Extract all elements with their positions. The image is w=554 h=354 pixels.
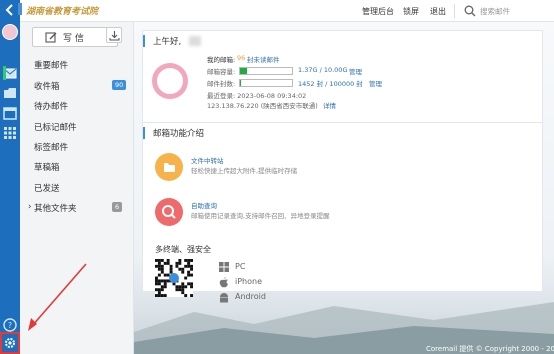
folder-drafts[interactable]: 草稿箱 (34, 161, 60, 173)
login-details-link[interactable]: 详情 (323, 100, 336, 110)
count-manage-link[interactable]: 管理 (369, 78, 382, 88)
capacity-manage-link[interactable]: 管理 (349, 66, 362, 76)
app-rail: ? (0, 0, 20, 354)
count-value: 1452 封 / 100000 封 (298, 80, 363, 88)
top-header: 湖南省教育考试院 管理后台 锁屏 退出 搜索邮件 (18, 0, 554, 22)
capacity-bar-fill (240, 68, 248, 74)
inbox-unread-badge: 90 (112, 80, 127, 90)
admin-link[interactable]: 管理后台 (362, 6, 394, 17)
unread-count[interactable]: 96 (237, 54, 245, 62)
search-input[interactable]: 搜索邮件 (460, 3, 552, 19)
logout-link[interactable]: 退出 (430, 6, 446, 17)
folder-flagged[interactable]: 已标记邮件 (34, 121, 77, 133)
feature-title-query[interactable]: 自助查询 (191, 200, 217, 210)
scenery-background (134, 302, 554, 354)
menu-icon[interactable] (3, 3, 17, 17)
capacity-value: 1.37G / 10.00G (298, 66, 348, 74)
mail-sidebar: 写 信 重要邮件 收件箱 90 待办邮件 已标记邮件 标签邮件 草稿箱 已发送 … (20, 22, 134, 354)
folder-sent[interactable]: 已发送 (34, 182, 60, 194)
welcome-card: 上午好, 我的邮箱: 96 封未读邮件 邮箱容量: 1.37G / 10.00G… (142, 30, 543, 134)
site-logo: 湖南省教育考试院 (26, 7, 99, 17)
capacity-label: 邮箱容量: (207, 68, 236, 76)
feature-title-transfer[interactable]: 文件中转站 (191, 155, 224, 165)
last-login: 最近登录: 2023-06-08 09:34:02 (207, 92, 307, 100)
mail-icon[interactable] (3, 66, 17, 80)
help-icon[interactable]: ? (3, 318, 17, 332)
header-divider (454, 4, 455, 18)
main-content: 上午好, 我的邮箱: 96 封未读邮件 邮箱容量: 1.37G / 10.00G… (134, 22, 554, 354)
receive-button[interactable] (106, 27, 122, 43)
search-placeholder: 搜索邮件 (480, 7, 510, 16)
count-bar (239, 79, 293, 87)
count-label: 邮件封数: (207, 80, 236, 88)
write-label: 写 信 (63, 34, 84, 44)
other-folder-badge: 6 (112, 202, 123, 212)
compose-icon (45, 32, 57, 43)
multi-terminal-title: 多终端、强安全 (155, 245, 211, 254)
settings-highlight-box (0, 332, 20, 354)
feature-desc-transfer: 轻松快捷上传超大附件,提供临时存储 (191, 167, 298, 175)
search-icon (464, 5, 476, 17)
mailbox-label: 我的邮箱: (207, 56, 236, 64)
svg-text:?: ? (8, 321, 12, 330)
capacity-bar (239, 67, 293, 75)
username-blur (189, 36, 201, 46)
user-avatar[interactable] (2, 24, 18, 40)
folder-inbox[interactable]: 收件箱 (34, 80, 60, 92)
logo-mark (18, 3, 22, 15)
calendar-icon[interactable] (3, 106, 17, 120)
intro-title: 邮箱功能介绍 (143, 127, 204, 139)
profile-avatar[interactable] (152, 63, 188, 99)
expand-chevron-icon[interactable]: › (28, 202, 31, 212)
apps-grid-icon[interactable] (3, 126, 17, 140)
lock-screen-link[interactable]: 锁屏 (403, 6, 419, 17)
greeting-title: 上午好, (143, 35, 181, 47)
folder-todo[interactable]: 待办邮件 (34, 100, 68, 112)
folder-other[interactable]: 其他文件夹 (34, 202, 77, 214)
folder-icon[interactable] (3, 86, 17, 100)
feature-desc-query: 邮箱使用记录查询,支持邮件召回、异地登录提醒 (191, 212, 330, 220)
inbox-download-icon (109, 31, 120, 41)
login-ip: 123.138.76.220 (陕西省西安市联通) (207, 102, 318, 110)
unread-link[interactable]: 封未读邮件 (247, 54, 280, 64)
copyright-footer: Coremail 提供 © Copyright 2000 - 2023 Ma (426, 345, 554, 353)
folder-tagged[interactable]: 标签邮件 (34, 141, 68, 153)
count-bar-fill (240, 80, 242, 86)
search-icon[interactable] (155, 198, 183, 226)
folder-icon[interactable] (155, 153, 183, 181)
folder-important[interactable]: 重要邮件 (34, 59, 68, 71)
